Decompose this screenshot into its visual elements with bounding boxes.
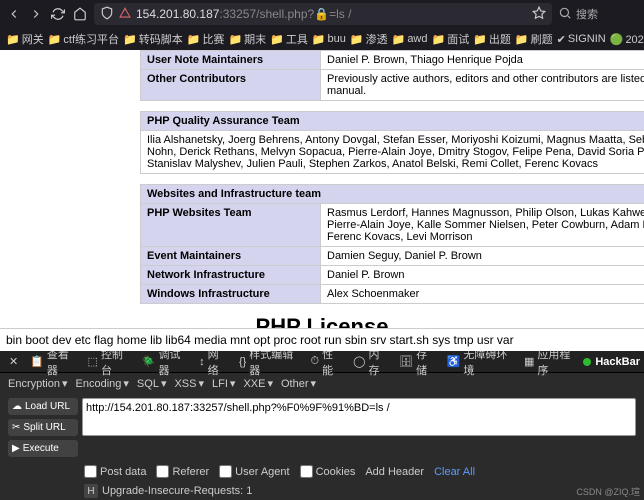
cookies-checkbox[interactable]: Cookies — [300, 465, 356, 478]
bookmark-item[interactable]: 📁 渗透 — [350, 31, 388, 47]
headers-area: H Upgrade-Insecure-Requests: 1 — [0, 482, 644, 500]
hb-encryption[interactable]: Encryption ▾ — [8, 377, 68, 390]
close-icon[interactable]: ✕ — [4, 351, 23, 373]
hb-sql[interactable]: SQL ▾ — [137, 377, 167, 390]
qa-body: Ilia Alshanetsky, Joerg Behrens, Antony … — [141, 131, 644, 174]
table-row: Other ContributorsPreviously active auth… — [141, 70, 644, 101]
browser-topbar: 154.201.80.187:33257/shell.php?🔒=ls / 搜索 — [0, 0, 644, 28]
dt-tab-debugger[interactable]: 🪲 调试器 — [137, 351, 192, 373]
bookmarks-bar: 📁 网关 📁 ctf练习平台 📁 转码脚本 📁 比赛 📁 期末 📁 工具 📁 b… — [0, 28, 644, 50]
back-icon[interactable] — [6, 6, 22, 22]
bookmark-item[interactable]: 📁 网关 — [6, 31, 44, 47]
star-icon[interactable] — [532, 6, 546, 23]
dt-tab-perf[interactable]: ⏱ 性能 — [306, 351, 347, 373]
dt-tab-inspector[interactable]: 📋 查看器 — [25, 351, 80, 373]
dt-tab-network[interactable]: ↕ 网络 — [194, 351, 232, 373]
clear-all-button[interactable]: Clear All — [434, 466, 475, 478]
header-text: Upgrade-Insecure-Requests: 1 — [102, 485, 252, 497]
split-url-button[interactable]: ✂ Split URL — [8, 419, 78, 436]
bookmark-item[interactable]: 📁 转码脚本 — [123, 31, 183, 47]
dt-tab-console[interactable]: ⬚ 控制台 — [83, 351, 135, 373]
dt-tab-a11y[interactable]: ♿ 无障碍环境 — [442, 351, 517, 373]
bookmark-item[interactable]: 📁 面试 — [432, 31, 470, 47]
table-row: PHP Websites TeamRasmus Lerdorf, Hannes … — [141, 204, 644, 247]
hackbar-url-input[interactable] — [82, 398, 636, 436]
bookmark-item[interactable]: 📁 awd — [392, 33, 428, 46]
useragent-checkbox[interactable]: User Agent — [219, 465, 289, 478]
hb-lfi[interactable]: LFI ▾ — [212, 377, 235, 390]
contributors-table: User Note MaintainersDaniel P. Brown, Th… — [140, 50, 644, 101]
header-row[interactable]: H Upgrade-Insecure-Requests: 1 — [84, 484, 560, 498]
table-row: Network InfrastructureDaniel P. Brown — [141, 266, 644, 285]
header-key-badge: H — [84, 484, 98, 498]
hb-xxe[interactable]: XXE ▾ — [243, 377, 273, 390]
bookmark-item[interactable]: 📁 比赛 — [187, 31, 225, 47]
url-bar[interactable]: 154.201.80.187:33257/shell.php?🔒=ls / — [94, 3, 552, 25]
lock-warn-icon — [118, 6, 132, 23]
bookmark-item[interactable]: ✔ SIGNIN — [557, 33, 606, 46]
shield-icon — [100, 6, 114, 23]
hb-xss[interactable]: XSS ▾ — [174, 377, 204, 390]
watermark: CSDN @ZIQ.瑄 — [576, 485, 640, 498]
directory-listing: bin boot dev etc flag home lib lib64 med… — [0, 328, 644, 351]
load-url-button[interactable]: ☁ Load URL — [8, 398, 78, 415]
bookmark-item[interactable]: 📁 期末 — [228, 31, 266, 47]
dt-tab-style[interactable]: {} 样式编辑器 — [234, 351, 304, 373]
bookmark-item[interactable]: 📁 出题 — [473, 31, 511, 47]
dt-tab-memory[interactable]: ◯ 内存 — [348, 351, 392, 373]
search-placeholder: 搜索 — [576, 6, 598, 22]
table-row: User Note MaintainersDaniel P. Brown, Th… — [141, 51, 644, 70]
dt-tab-app[interactable]: ▦ 应用程序 — [519, 351, 581, 373]
devtools-tabs: ✕ 📋 查看器 ⬚ 控制台 🪲 调试器 ↕ 网络 {} 样式编辑器 ⏱ 性能 ◯… — [0, 351, 644, 373]
devtools: ✕ 📋 查看器 ⬚ 控制台 🪲 调试器 ↕ 网络 {} 样式编辑器 ⏱ 性能 ◯… — [0, 351, 644, 500]
add-header-button[interactable]: Add Header — [365, 466, 424, 478]
bookmark-item[interactable]: 📁 工具 — [270, 31, 308, 47]
table-row: Event MaintainersDamien Seguy, Daniel P.… — [141, 247, 644, 266]
search-icon — [558, 6, 572, 23]
reload-icon[interactable] — [50, 6, 66, 22]
bookmark-item[interactable]: 🟢 2024 TLS_预备队考核... — [610, 31, 644, 47]
infra-table: Websites and Infrastructure team PHP Web… — [140, 184, 644, 304]
qa-table: PHP Quality Assurance Team Ilia Alshanet… — [140, 111, 644, 174]
bookmark-item[interactable]: 📁 刷题 — [515, 31, 553, 47]
table-row: Windows InfrastructureAlex Schoenmaker — [141, 285, 644, 304]
url-text: 154.201.80.187:33257/shell.php?🔒=ls / — [136, 7, 528, 21]
bookmark-item[interactable]: 📁 ctf练习平台 — [48, 31, 119, 47]
hackbar-icon — [583, 358, 591, 366]
hackbar-options: Post data Referer User Agent Cookies Add… — [0, 461, 644, 482]
postdata-checkbox[interactable]: Post data — [84, 465, 146, 478]
page-content: User Note MaintainersDaniel P. Brown, Th… — [0, 50, 644, 351]
dt-tab-storage[interactable]: 🗄 存储 — [394, 351, 440, 373]
execute-button[interactable]: ▶ Execute — [8, 440, 78, 457]
forward-icon[interactable] — [28, 6, 44, 22]
hb-other[interactable]: Other ▾ — [281, 377, 316, 390]
infra-header: Websites and Infrastructure team — [141, 185, 644, 204]
home-icon[interactable] — [72, 6, 88, 22]
bookmark-item[interactable]: 📁 buu — [312, 33, 346, 46]
search-area[interactable]: 搜索 — [558, 6, 638, 23]
hackbar-title[interactable]: HackBar — [583, 356, 640, 368]
qa-header: PHP Quality Assurance Team — [141, 112, 644, 131]
referer-checkbox[interactable]: Referer — [156, 465, 209, 478]
hb-encoding[interactable]: Encoding ▾ — [76, 377, 129, 390]
